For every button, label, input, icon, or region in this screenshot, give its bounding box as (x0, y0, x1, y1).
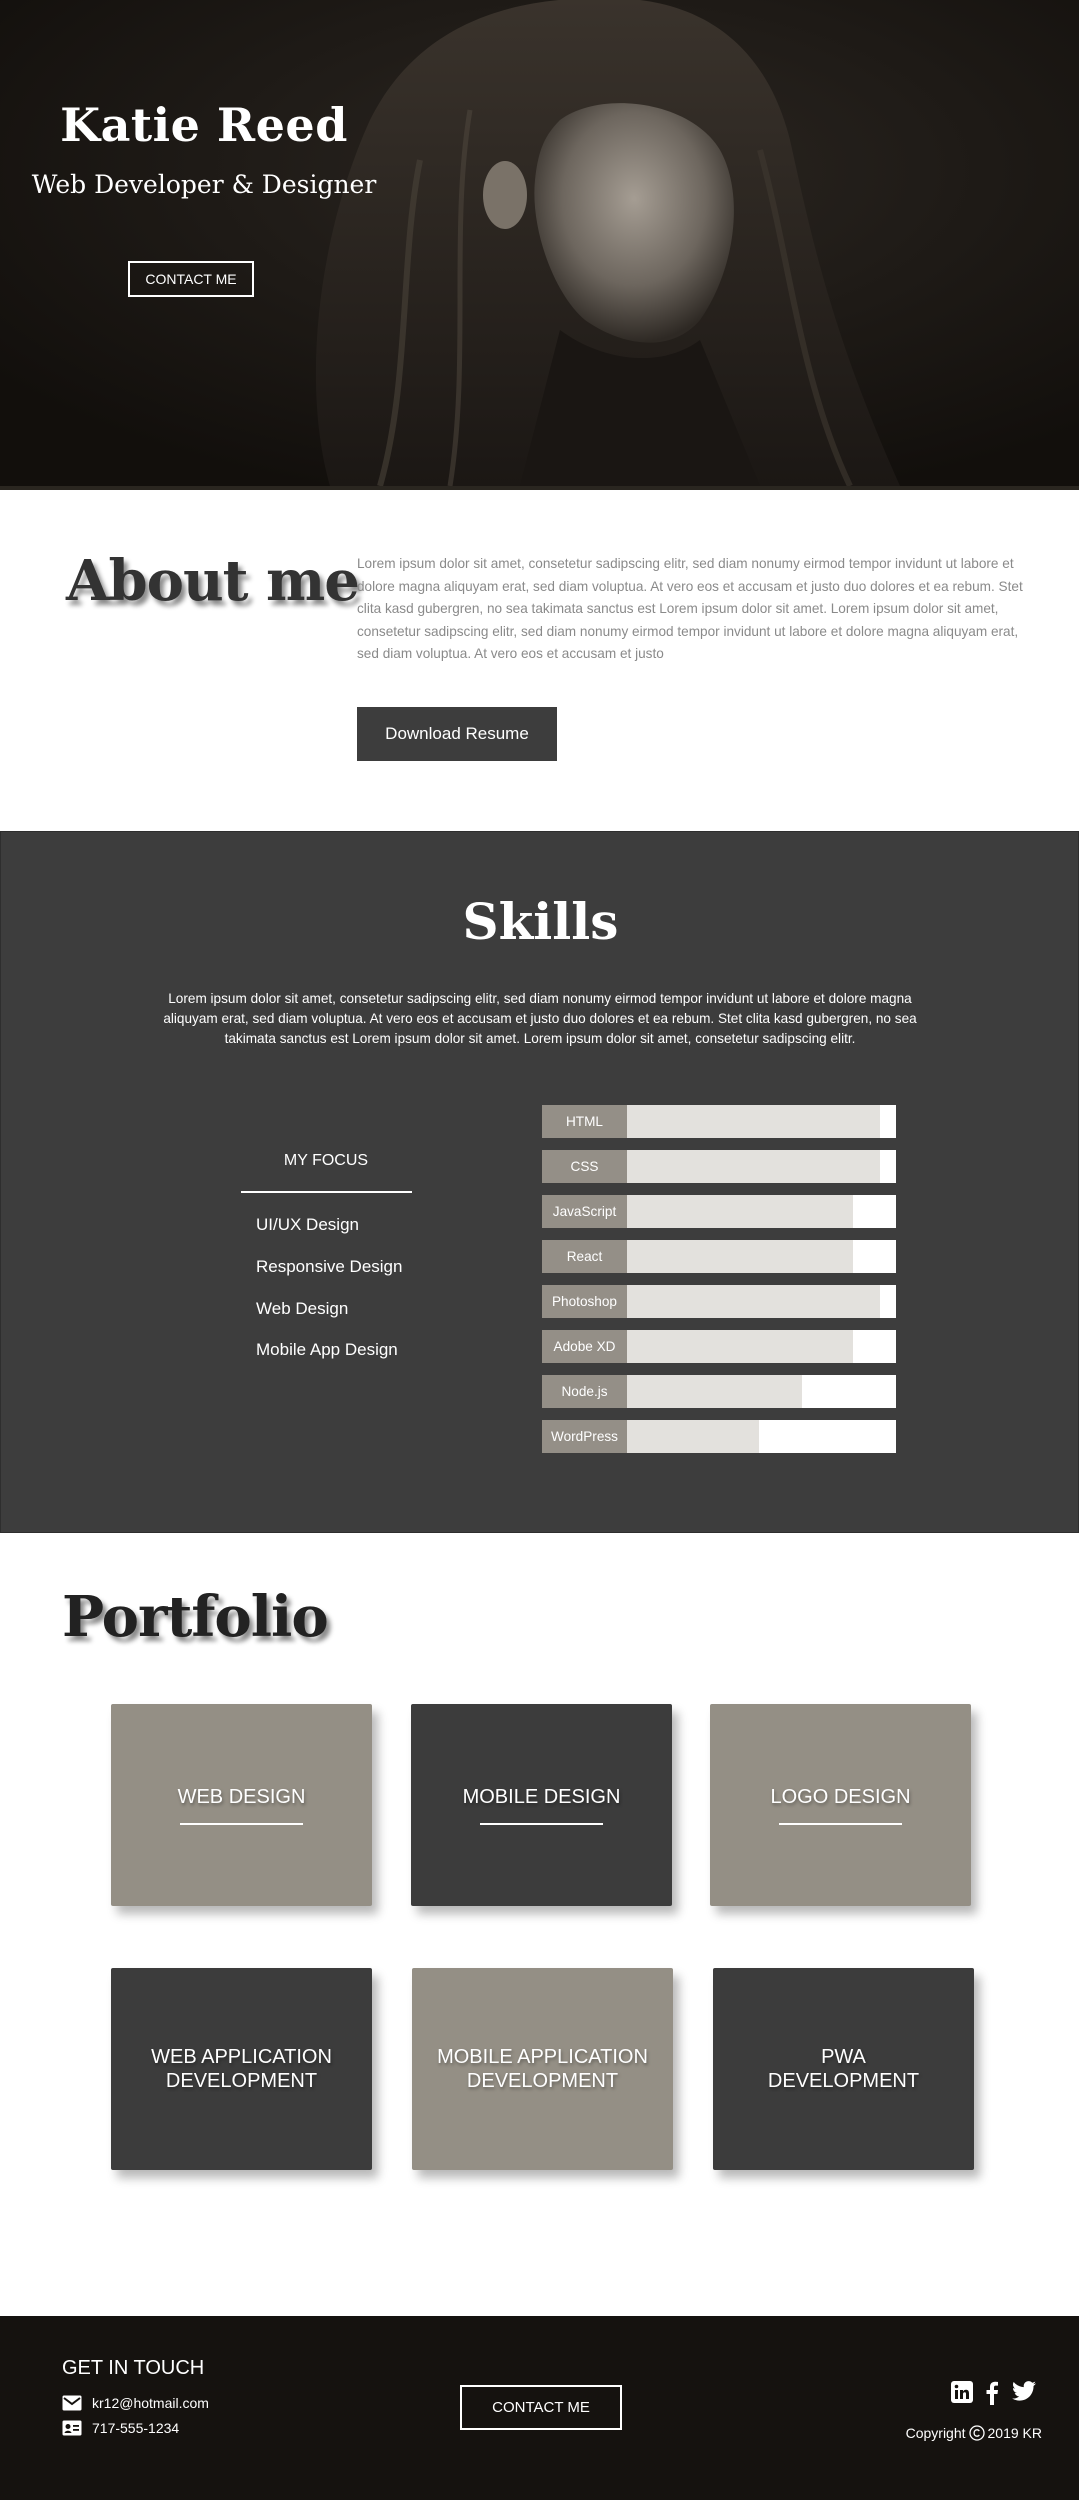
hero-bottom-edge (0, 486, 1079, 490)
skill-fill (627, 1330, 853, 1363)
skill-bar-adobe-xd: Adobe XD (542, 1330, 896, 1363)
footer-contact-button[interactable]: CONTACT ME (460, 2385, 622, 2430)
hero-contact-button[interactable]: CONTACT ME (128, 261, 254, 297)
hero-portrait-image (0, 0, 1079, 486)
footer-title: GET IN TOUCH (62, 2357, 205, 2379)
skill-fill (627, 1285, 880, 1318)
skill-label: CSS (542, 1150, 627, 1183)
focus-item: Web Design (256, 1299, 349, 1318)
skill-bar-wordpress: WordPress (542, 1420, 896, 1453)
card-underline (779, 1823, 902, 1825)
skills-section: Skills Lorem ipsum dolor sit amet, conse… (0, 831, 1079, 1533)
facebook-link[interactable] (985, 2381, 999, 2405)
skill-bar-react: React (542, 1240, 896, 1273)
skill-label: HTML (542, 1105, 627, 1138)
skill-fill (627, 1240, 853, 1273)
card-underline (180, 1823, 303, 1825)
card-label: WEB DESIGN (177, 1786, 306, 1808)
skill-bar-nodejs: Node.js (542, 1375, 896, 1408)
card-label: WEB APPLICATION DEVELOPMENT (151, 2046, 332, 2092)
card-underline (480, 1823, 603, 1825)
focus-item: UI/UX Design (256, 1215, 359, 1234)
skill-bar-javascript: JavaScript (542, 1195, 896, 1228)
copyright-year: 2019 KR (987, 2425, 1042, 2441)
portfolio-card-mobile-design[interactable]: MOBILE DESIGN (411, 1704, 672, 1906)
portfolio-card-mobile-application-development[interactable]: MOBILE APPLICATION DEVELOPMENT (412, 1968, 673, 2170)
twitter-link[interactable] (1012, 2381, 1036, 2401)
skill-fill (627, 1150, 880, 1183)
download-resume-button[interactable]: Download Resume (357, 707, 557, 761)
hero-name: Katie Reed (60, 98, 348, 152)
contact-phone-text: 717-555-1234 (92, 2420, 180, 2436)
skill-fill (627, 1420, 759, 1453)
skill-bar-photoshop: Photoshop (542, 1285, 896, 1318)
card-label: MOBILE DESIGN (462, 1786, 621, 1808)
portfolio-card-pwa-development[interactable]: PWA DEVELOPMENT (713, 1968, 974, 2170)
skill-label: React (542, 1240, 627, 1273)
facebook-icon (986, 2381, 998, 2405)
contact-card-icon (62, 2420, 82, 2436)
card-label: LOGO DESIGN (770, 1786, 911, 1808)
card-label: MOBILE APPLICATION DEVELOPMENT (437, 2046, 648, 2092)
card-label: PWA DEVELOPMENT (767, 2046, 920, 2092)
skill-fill (627, 1375, 802, 1408)
about-title: About me (66, 548, 360, 614)
focus-divider (241, 1191, 412, 1193)
hero-section: Katie Reed Web Developer & Designer CONT… (0, 0, 1079, 490)
skill-fill (627, 1105, 880, 1138)
twitter-icon (1012, 2381, 1036, 2401)
linkedin-link[interactable] (951, 2381, 973, 2403)
skill-bar-css: CSS (542, 1150, 896, 1183)
envelope-icon (62, 2395, 82, 2411)
skill-label: Adobe XD (542, 1330, 627, 1363)
contact-phone[interactable]: 717-555-1234 (62, 2420, 179, 2436)
about-text: Lorem ipsum dolor sit amet, consetetur s… (357, 556, 1023, 661)
skill-fill (627, 1195, 853, 1228)
hero-role: Web Developer & Designer (31, 170, 377, 199)
contact-email[interactable]: kr12@hotmail.com (62, 2395, 209, 2411)
copyright: Copyright 2019 KR (906, 2425, 1042, 2441)
copyright-label: Copyright (905, 2425, 966, 2441)
skills-text: Lorem ipsum dolor sit amet, consetetur s… (163, 991, 917, 1046)
focus-item: Responsive Design (256, 1257, 403, 1276)
skill-bar-html: HTML (542, 1105, 896, 1138)
footer: GET IN TOUCH kr12@hotmail.com 717-555-12… (0, 2316, 1079, 2500)
skill-label: WordPress (542, 1420, 627, 1453)
portfolio-card-web-design[interactable]: WEB DESIGN (111, 1704, 372, 1906)
skill-label: Node.js (542, 1375, 627, 1408)
skill-label: JavaScript (542, 1195, 627, 1228)
skill-label: Photoshop (542, 1285, 627, 1318)
focus-title: MY FOCUS (283, 1152, 369, 1169)
copyright-icon (968, 2425, 985, 2441)
portfolio-title: Portfolio (62, 1584, 329, 1650)
contact-email-text: kr12@hotmail.com (92, 2395, 209, 2411)
skills-title: Skills (462, 892, 619, 951)
portfolio-card-logo-design[interactable]: LOGO DESIGN (710, 1704, 971, 1906)
portfolio-card-web-application-development[interactable]: WEB APPLICATION DEVELOPMENT (111, 1968, 372, 2170)
focus-item: Mobile App Design (256, 1340, 398, 1359)
linkedin-icon (951, 2381, 973, 2403)
